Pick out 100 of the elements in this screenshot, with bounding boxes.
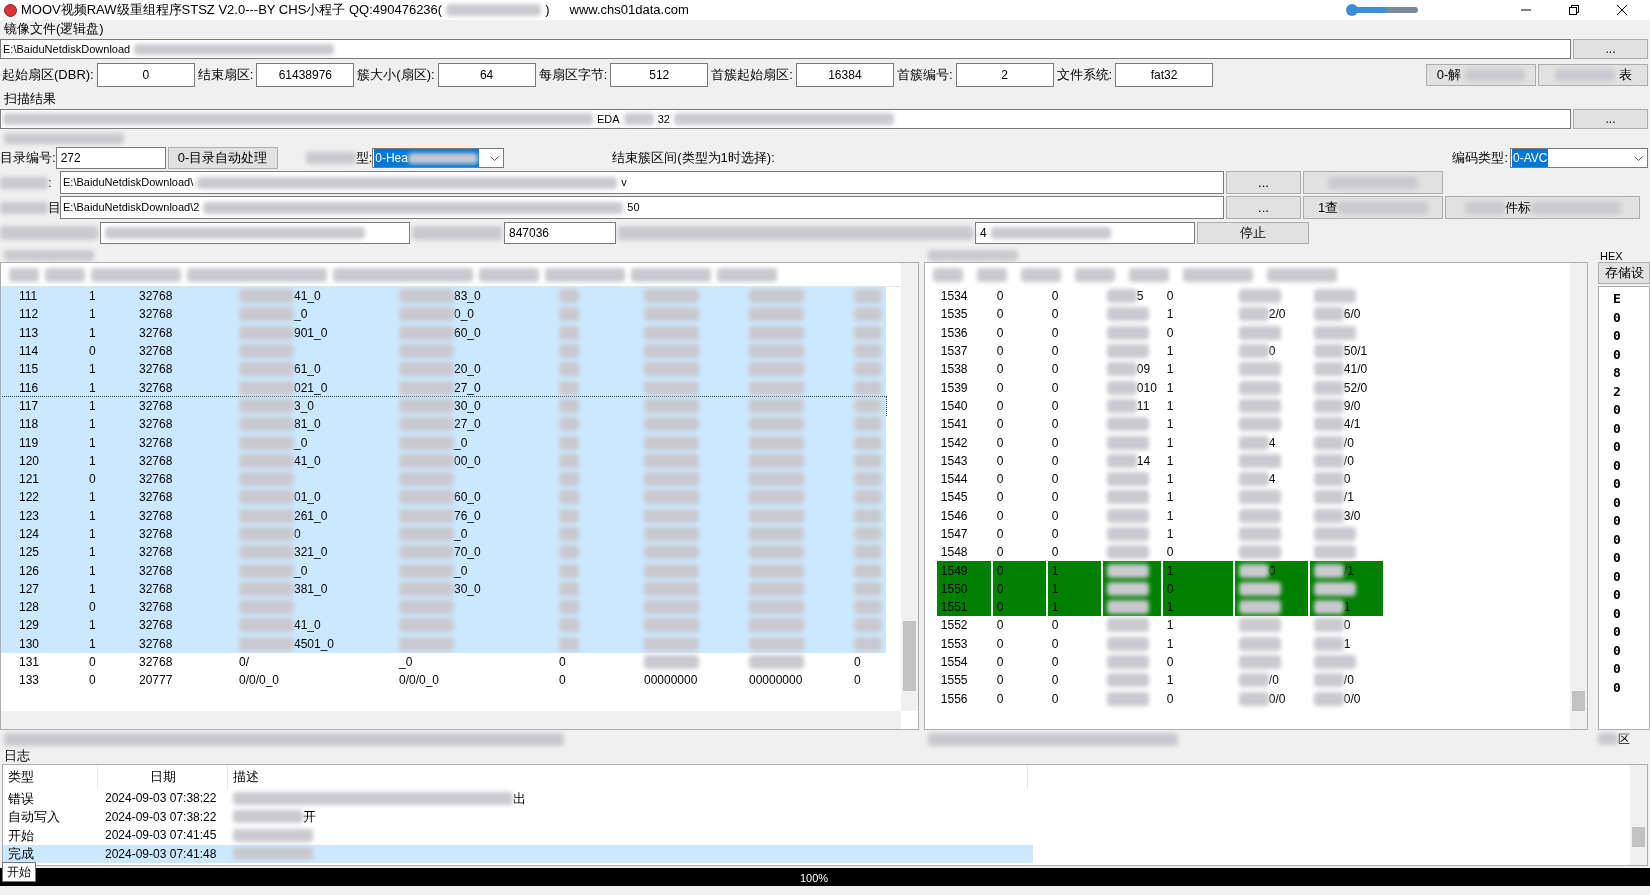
input-field[interactable]: E:\BaiduNetdiskDownload	[0, 39, 1571, 59]
table-row[interactable]: 1545 0 0 1 /1	[936, 488, 1385, 507]
button[interactable]: 停止	[1197, 222, 1309, 244]
table-row[interactable]: 开始 2024-09-03 07:41:45	[3, 826, 1033, 845]
table-cell-text: 1	[89, 526, 96, 543]
input-field[interactable]: 0	[96, 63, 195, 87]
table-row[interactable]: 1543 0 0 14 1 /0	[936, 451, 1385, 470]
table-row[interactable]: 1542 0 0 1 4 /0	[936, 433, 1385, 452]
table-row[interactable]: 119 1 32768 _0 _0	[1, 433, 886, 452]
redacted-block	[233, 810, 303, 824]
table-cell-text: 20777	[139, 672, 173, 690]
input-field[interactable]: 64	[437, 63, 536, 87]
table-cell-text: 00_0	[454, 452, 481, 470]
button[interactable]: ...	[1226, 196, 1301, 219]
redacted-block	[559, 307, 579, 322]
table-row[interactable]: 1548 0 0 0	[936, 543, 1385, 562]
input-field[interactable]: E:\BaiduNetdiskDownload\2 50	[60, 196, 1224, 219]
table-row[interactable]: 1535 0 0 1 2/0 6/0	[936, 305, 1385, 324]
scrollbar[interactable]	[1630, 765, 1647, 865]
table-row[interactable]: 112 1 32768 _0 0_0	[1, 305, 886, 324]
button[interactable]: ...	[1573, 39, 1648, 59]
table-cell-text: 2/0	[1268, 306, 1286, 324]
table-row[interactable]: 1552 0 0 1 0	[936, 616, 1385, 635]
table-row[interactable]: 1550 0 1 0	[936, 579, 1385, 599]
redacted-block	[854, 545, 882, 560]
table-cell-text: 1	[89, 324, 96, 342]
table-row[interactable]: 116 1 32768 021_0 27_0	[1, 378, 886, 397]
column-header[interactable]: 类型	[3, 765, 98, 789]
button[interactable]: ...	[1226, 171, 1301, 194]
scrollbar[interactable]	[1570, 263, 1587, 729]
input-field[interactable]: 2	[955, 63, 1054, 87]
table-row[interactable]: 1554 0 0 0	[936, 652, 1385, 672]
redacted-block	[239, 453, 294, 468]
button[interactable]: 存储设	[1598, 262, 1650, 284]
field-label: 文件系统:	[1056, 66, 1113, 85]
table-cell-text: 0	[996, 526, 1004, 543]
button[interactable]: 表	[1538, 64, 1648, 86]
table-cell-text: 11	[1136, 397, 1150, 415]
table-row[interactable]: 1534 0 0 5 0	[936, 287, 1385, 306]
dropdown[interactable]: 0-AVC	[1510, 148, 1648, 168]
table-row[interactable]: 1556 0 0 0 0/0 0/0	[936, 689, 1385, 708]
table-row[interactable]: 1555 0 0 1 /0 /0	[936, 671, 1385, 690]
input-field[interactable]: EDA 32	[0, 109, 1571, 129]
column-header[interactable]: 描述	[228, 765, 1028, 789]
button[interactable]	[1303, 171, 1443, 194]
table-row[interactable]: 1553 0 0 1 1	[936, 634, 1385, 653]
table-row[interactable]: 1541 0 0 1 4/1	[936, 415, 1385, 434]
table-row[interactable]: 125 1 32768 321_0 70_0	[1, 543, 886, 562]
dropdown[interactable]: 0-Hea	[372, 148, 505, 168]
table-cell-text: 0	[996, 690, 1004, 708]
table-cell-text: _0	[454, 526, 468, 543]
table-row[interactable]: 115 1 32768 61_0 20_0	[1, 360, 886, 379]
table-row[interactable]: 1537 0 0 1 0 50/1	[936, 341, 1385, 361]
table-cell-text: 126	[19, 562, 40, 580]
input-field[interactable]: 16384	[795, 63, 894, 87]
table-row[interactable]: 1544 0 0 1 4 0	[936, 469, 1385, 489]
table-row[interactable]: 1536 0 0 0	[936, 323, 1385, 342]
input-field[interactable]: 272	[55, 147, 166, 169]
table-row[interactable]: 自动写入 2024-09-03 07:38:22 开	[3, 807, 1033, 826]
start-button[interactable]: 开始	[2, 862, 36, 882]
table-row[interactable]: 111 1 32768 41_0 83_0	[1, 287, 886, 306]
table-cell-text: 0	[559, 672, 566, 690]
scrollbar[interactable]	[1, 711, 901, 729]
redacted-block	[1106, 453, 1137, 468]
button[interactable]: 1查	[1303, 196, 1443, 219]
input-field[interactable]: 61438976	[256, 63, 355, 87]
table-row[interactable]: 完成 2024-09-03 07:41:48	[3, 844, 1033, 863]
redacted-block	[749, 362, 804, 377]
table-row[interactable]: 118 1 32768 81_0 27_0	[1, 415, 886, 434]
input-field[interactable]: 847036	[504, 222, 616, 244]
table-row[interactable]: 122 1 32768 01_0 60_0	[1, 488, 886, 507]
input-field[interactable]: 4	[975, 222, 1195, 244]
redacted-block	[239, 563, 294, 578]
table-row[interactable]: 1538 0 0 09 1 41/0	[936, 360, 1385, 379]
table-row[interactable]: 1539 0 0 010 1 52/0	[936, 378, 1385, 397]
column-header[interactable]: 日期	[98, 765, 228, 789]
button[interactable]: 0-解	[1426, 64, 1536, 86]
table-cell-text: 41_0	[294, 452, 321, 470]
table-row[interactable]: 129 1 32768 41_0	[1, 616, 886, 635]
input-field[interactable]	[100, 222, 410, 244]
table-row[interactable]: 126 1 32768 _0 _0	[1, 561, 886, 580]
table-cell-text: 1	[1166, 343, 1174, 361]
button[interactable]: ...	[1573, 109, 1648, 129]
button[interactable]: 0-目录自动处理	[167, 147, 278, 169]
table-cell-text: 4501_0	[294, 635, 335, 653]
table-row[interactable]: 1540 0 0 11 1 9/0	[936, 396, 1385, 416]
table-cell-text: 81_0	[294, 416, 321, 434]
input-field[interactable]: fat32	[1115, 63, 1214, 87]
scrollbar[interactable]	[900, 263, 918, 711]
table-row[interactable]: 1551 0 1 1 1	[936, 598, 1385, 617]
table-cell-text: 0	[1051, 452, 1059, 470]
input-field[interactable]: E:\BaiduNetdiskDownload\ v	[60, 171, 1224, 194]
table-row[interactable]: 128 0 32768	[1, 598, 886, 617]
table-row[interactable]: 1546 0 0 1 3/0	[936, 506, 1385, 525]
table-cell-text: 0	[1051, 654, 1059, 672]
table-row[interactable]: 错误 2024-09-03 07:38:22 出	[3, 789, 1033, 808]
table-row[interactable]: 1547 0 0 1	[936, 524, 1385, 544]
input-field[interactable]: 512	[610, 63, 709, 87]
table-cell-text: 1	[89, 617, 96, 635]
button[interactable]: 件标	[1445, 196, 1640, 219]
